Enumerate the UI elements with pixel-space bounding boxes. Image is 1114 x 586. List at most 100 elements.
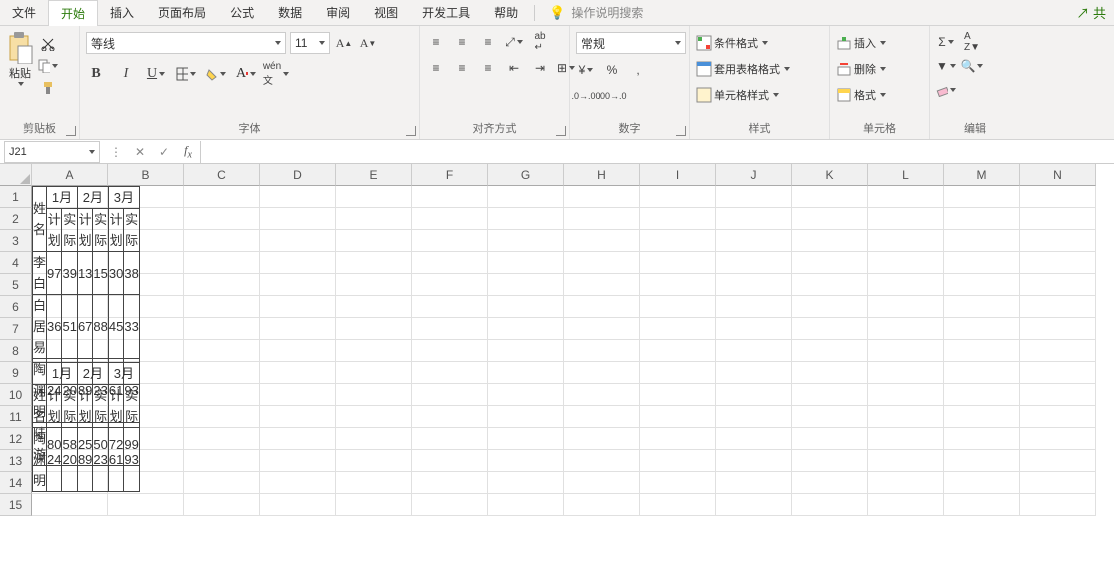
column-header[interactable]: N (1020, 164, 1096, 186)
grid-cell[interactable] (488, 450, 564, 472)
grid-cell[interactable] (868, 450, 944, 472)
grid-cell[interactable] (1020, 406, 1096, 428)
increase-font-button[interactable]: A▲ (334, 33, 354, 53)
grid-cell[interactable] (336, 318, 412, 340)
grid-cell[interactable] (564, 450, 640, 472)
row-header[interactable]: 8 (0, 340, 32, 362)
grid-cell[interactable] (412, 318, 488, 340)
grid-cell[interactable] (868, 406, 944, 428)
grid-cell[interactable] (488, 230, 564, 252)
row-header[interactable]: 14 (0, 472, 32, 494)
grid-cell[interactable] (792, 472, 868, 494)
grid-cell[interactable] (336, 494, 412, 516)
grid-cell[interactable] (260, 340, 336, 362)
grid-cell[interactable] (868, 274, 944, 296)
grid-cell[interactable] (488, 472, 564, 494)
align-bottom-button[interactable]: ≡ (478, 32, 498, 52)
grid-cell[interactable] (336, 384, 412, 406)
table-cell[interactable]: 3月 (108, 187, 139, 209)
table-cell[interactable]: 计划 (47, 209, 62, 252)
grid-cell[interactable] (260, 450, 336, 472)
grid-cell[interactable] (260, 186, 336, 208)
grid-cell[interactable] (716, 296, 792, 318)
grid-cell[interactable] (944, 318, 1020, 340)
grid-cell[interactable] (564, 428, 640, 450)
grid-cell[interactable] (1020, 362, 1096, 384)
grid-cell[interactable] (944, 450, 1020, 472)
grid-cell[interactable] (184, 384, 260, 406)
align-top-button[interactable]: ≡ (426, 32, 446, 52)
grid-cell[interactable] (716, 428, 792, 450)
table-cell[interactable]: 计划 (108, 209, 123, 252)
grid-cell[interactable] (944, 406, 1020, 428)
grid-cell[interactable] (336, 406, 412, 428)
grid-cell[interactable] (716, 252, 792, 274)
table-cell[interactable]: 1月 (47, 187, 78, 209)
name-box[interactable]: J21 (4, 141, 100, 163)
table-cell[interactable]: 实际 (62, 385, 77, 428)
table-cell[interactable] (33, 363, 47, 385)
clipboard-dialog-launcher[interactable] (66, 126, 76, 136)
grid-cell[interactable] (488, 340, 564, 362)
table-format-button[interactable]: 套用表格格式 (696, 58, 790, 80)
grid-cell[interactable] (488, 318, 564, 340)
grid-cell[interactable] (260, 472, 336, 494)
grid-cell[interactable] (336, 296, 412, 318)
autosum-button[interactable]: Σ (936, 32, 956, 52)
row-header[interactable]: 12 (0, 428, 32, 450)
table-cell[interactable]: 白居易 (33, 295, 47, 359)
font-name-select[interactable]: 等线 (86, 32, 286, 54)
table-cell[interactable]: 51 (62, 295, 77, 359)
grid-cell[interactable] (716, 384, 792, 406)
formula-bar[interactable] (200, 141, 1114, 163)
grid-cell[interactable] (1020, 252, 1096, 274)
table-cell[interactable]: 实际 (124, 385, 139, 428)
grid-cell[interactable] (716, 362, 792, 384)
grid-cell[interactable] (640, 318, 716, 340)
row-header[interactable]: 3 (0, 230, 32, 252)
grid-cell[interactable] (184, 318, 260, 340)
increase-decimal-button[interactable]: .0→.00 (576, 86, 596, 106)
grid-cell[interactable] (412, 362, 488, 384)
table-cell[interactable]: 实际 (93, 385, 108, 428)
grid-cell[interactable] (792, 274, 868, 296)
grid-cell[interactable] (944, 230, 1020, 252)
italic-button[interactable]: I (116, 64, 136, 84)
clear-button[interactable] (936, 80, 956, 100)
grid-cell[interactable] (336, 450, 412, 472)
table-cell[interactable]: 3月 (108, 363, 139, 385)
grid-cell[interactable] (944, 296, 1020, 318)
grid-cell[interactable] (792, 252, 868, 274)
grid-cell[interactable] (412, 230, 488, 252)
table-cell[interactable]: 13 (77, 252, 92, 295)
table-cell[interactable]: 20 (62, 428, 77, 492)
grid-cell[interactable] (792, 318, 868, 340)
grid-cell[interactable] (868, 494, 944, 516)
align-right-button[interactable]: ≡ (478, 58, 498, 78)
grid-cell[interactable] (868, 296, 944, 318)
grid-cell[interactable] (184, 428, 260, 450)
grid-cell[interactable] (184, 230, 260, 252)
grid-cell[interactable] (1020, 472, 1096, 494)
row-header[interactable]: 1 (0, 186, 32, 208)
grid-cell[interactable] (640, 252, 716, 274)
find-button[interactable]: 🔍 (962, 56, 982, 76)
grid-cell[interactable] (716, 472, 792, 494)
grid-cell[interactable] (868, 340, 944, 362)
grid-cell[interactable] (336, 274, 412, 296)
grid-cell[interactable] (792, 494, 868, 516)
align-dialog-launcher[interactable] (556, 126, 566, 136)
grid-cell[interactable] (260, 274, 336, 296)
conditional-format-button[interactable]: 条件格式 (696, 32, 768, 54)
paste-button[interactable]: 粘贴 (6, 32, 34, 86)
grid-cell[interactable] (944, 494, 1020, 516)
column-header[interactable]: A (32, 164, 108, 186)
decrease-decimal-button[interactable]: .00→.0 (602, 86, 622, 106)
column-header[interactable]: B (108, 164, 184, 186)
grid-cell[interactable] (1020, 274, 1096, 296)
grid-cell[interactable] (564, 318, 640, 340)
grid-cell[interactable] (792, 406, 868, 428)
grid-cell[interactable] (944, 428, 1020, 450)
grid-cell[interactable] (412, 252, 488, 274)
column-header[interactable]: E (336, 164, 412, 186)
